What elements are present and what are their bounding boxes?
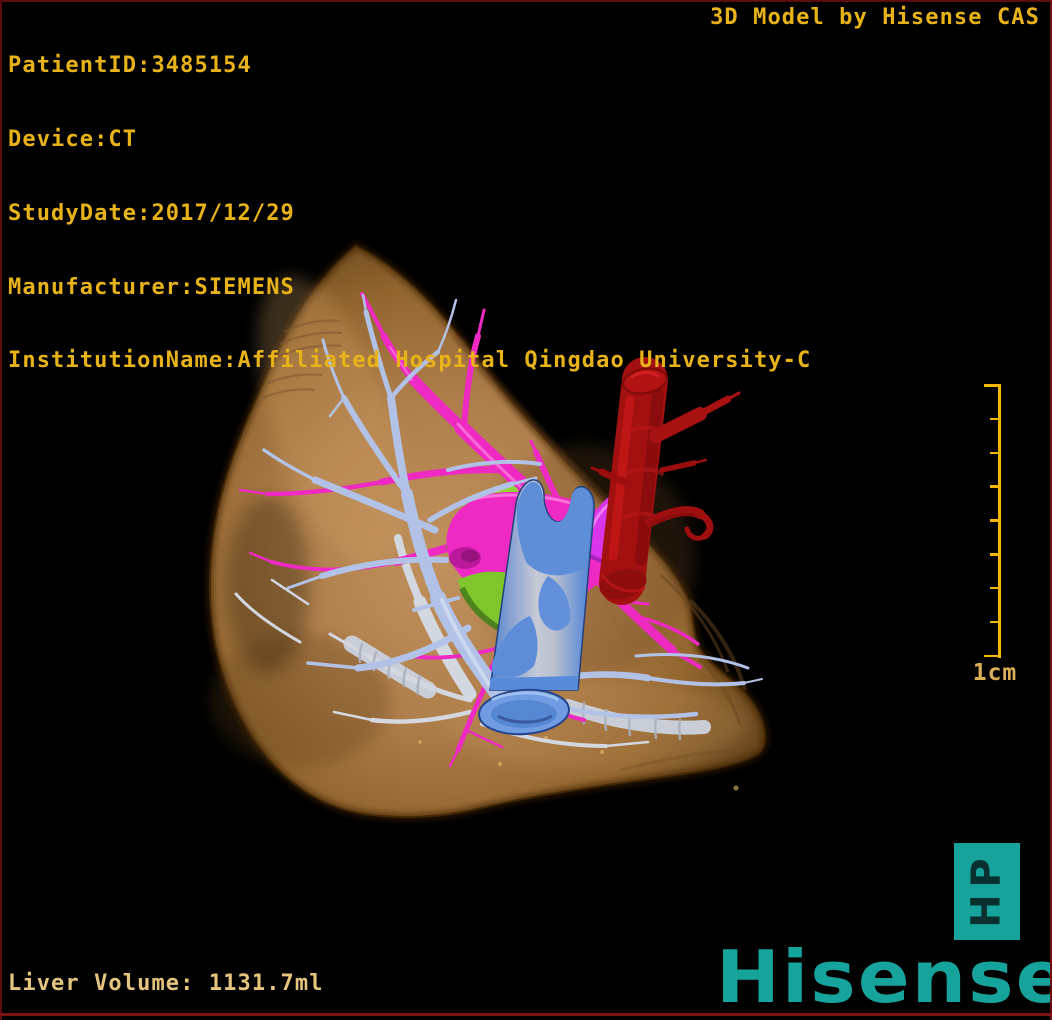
study-date-line: StudyDate:2017/12/29 <box>8 200 295 226</box>
frame-border-top <box>0 0 1052 2</box>
logo-glyph-h: H <box>963 893 1010 928</box>
frame-border-bottom <box>0 1013 1052 1016</box>
frame-border-left <box>0 0 2 1020</box>
viewer-window: PatientID:3485154 Device:CT StudyDate:20… <box>0 0 1052 1020</box>
device-line: Device:CT <box>8 126 138 152</box>
model-credit-label: 3D Model by Hisense CAS <box>710 5 1040 30</box>
manufacturer-line: Manufacturer:SIEMENS <box>8 274 295 300</box>
ruler-tick <box>990 451 999 455</box>
scale-ruler-label: 1cm <box>972 660 1018 686</box>
ruler-tick <box>990 620 999 624</box>
patient-info-overlay: PatientID:3485154 Device:CT StudyDate:20… <box>8 5 811 423</box>
ruler-tick <box>990 417 999 421</box>
ruler-tick <box>984 384 999 387</box>
ruler-tick <box>990 586 999 590</box>
ruler-tick <box>984 654 999 657</box>
ruler-tick <box>990 485 999 488</box>
hisense-wordmark: Hisense <box>716 935 1052 1019</box>
ruler-tick <box>990 553 999 556</box>
institution-line: InstitutionName:Affiliated Hospital Qing… <box>8 348 812 374</box>
liver-volume-label: Liver Volume: 1131.7ml <box>8 971 324 996</box>
ruler-tick <box>990 519 999 522</box>
patient-id-line: PatientID:3485154 <box>8 53 252 79</box>
scale-ruler-ticks <box>984 384 999 657</box>
logo-glyph-p: P <box>963 857 1010 888</box>
hisense-square-logo: P H <box>954 843 1020 940</box>
